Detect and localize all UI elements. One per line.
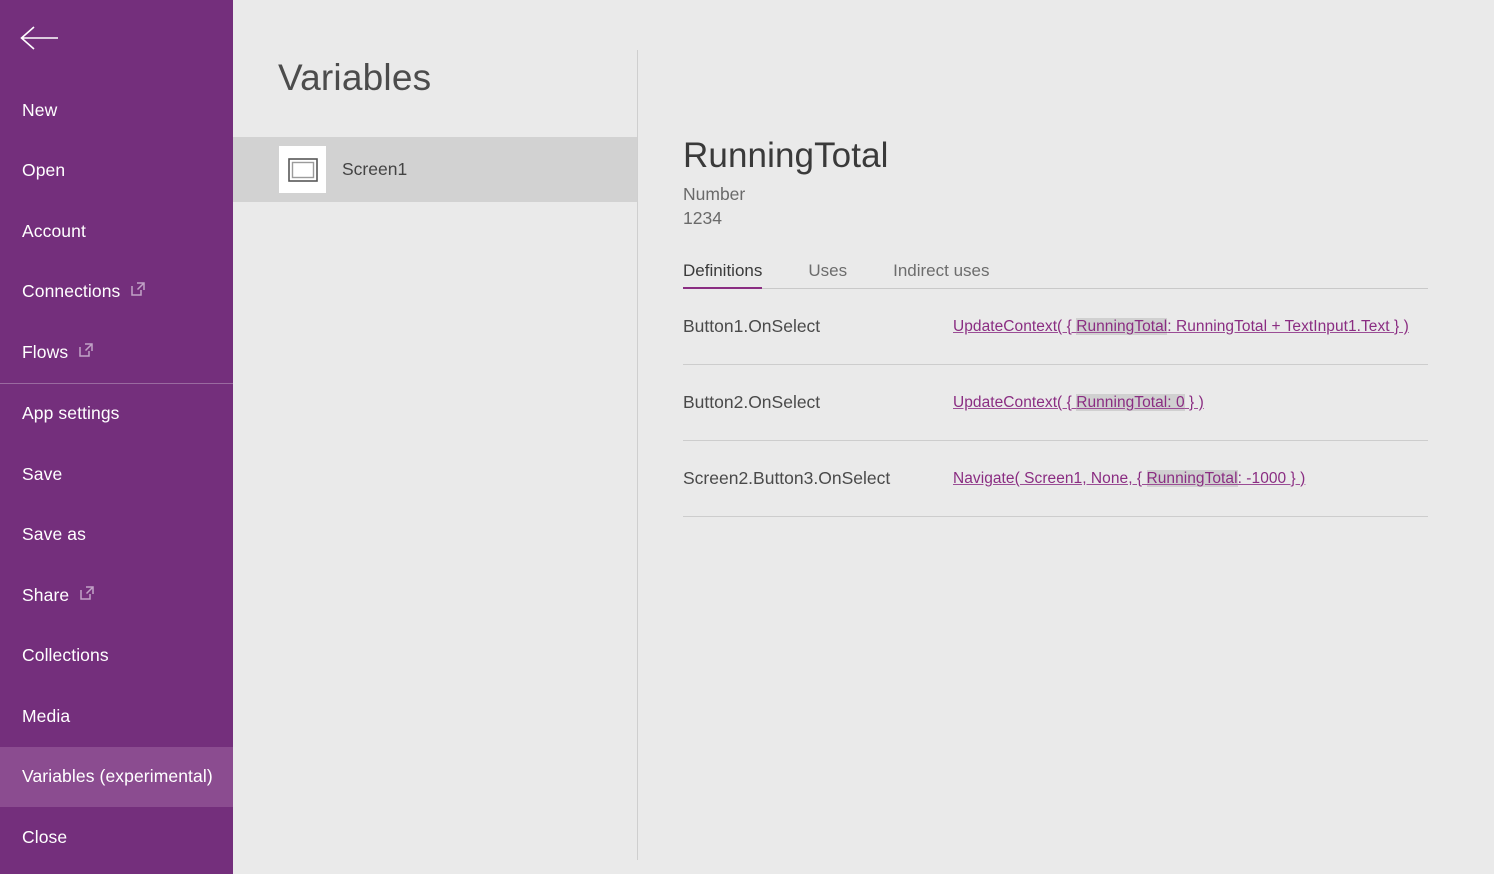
sidebar-item-label: Media [22,706,70,727]
sidebar-item-label: Share [22,585,69,606]
sidebar-item-label: Flows [22,342,68,363]
formula-highlight: RunningTotal [1076,318,1167,335]
formula-prefix: Navigate( Screen1, None, { [953,470,1147,487]
screen-list-item-label: Screen1 [342,159,407,180]
variable-name-heading: RunningTotal [683,0,1494,176]
sidebar-item-label: App settings [22,403,120,424]
variables-panel-title: Variables [233,0,638,99]
sidebar-item-label: Collections [22,645,109,666]
sidebar-item-label: Connections [22,281,120,302]
external-link-icon [79,341,93,362]
formula-suffix: : RunningTotal + TextInput1.Text } ) [1167,318,1408,335]
external-link-icon [131,280,145,301]
sidebar-item-save[interactable]: Save [0,444,233,505]
sidebar-item-connections[interactable]: Connections [0,262,233,323]
formula-highlight: RunningTotal: 0 [1076,394,1184,411]
back-button[interactable] [0,0,233,80]
detail-tabs: Definitions Uses Indirect uses [683,261,1428,289]
sidebar-item-share[interactable]: Share [0,565,233,626]
table-row: Button1.OnSelectUpdateContext( { Running… [683,289,1428,365]
sidebar-item-open[interactable]: Open [0,141,233,202]
definitions-table: Button1.OnSelectUpdateContext( { Running… [683,289,1428,517]
tab-uses[interactable]: Uses [808,261,847,288]
formula-suffix: } ) [1185,394,1204,411]
variable-detail-pane: RunningTotal Number 1234 Definitions Uses… [638,0,1494,874]
definition-property-label: Button1.OnSelect [683,316,953,337]
tab-indirect-uses[interactable]: Indirect uses [893,261,989,288]
sidebar-item-variables-experimental[interactable]: Variables (experimental) [0,747,233,808]
definition-formula-link[interactable]: UpdateContext( { RunningTotal: 0 } ) [953,394,1204,412]
variable-value-label: 1234 [683,208,1494,229]
sidebar-item-label: Account [22,221,86,242]
sidebar-item-flows[interactable]: Flows [0,322,233,383]
sidebar-item-app-settings[interactable]: App settings [0,384,233,445]
formula-prefix: UpdateContext( { [953,318,1076,335]
sidebar-item-new[interactable]: New [0,80,233,141]
sidebar-item-label: New [22,100,57,121]
external-link-icon [80,584,94,605]
screen-icon [279,146,326,193]
formula-highlight: RunningTotal [1147,470,1238,487]
back-arrow-icon [18,23,60,58]
sidebar-item-label: Save [22,464,62,485]
variables-panel: Variables Screen1 [233,0,638,874]
formula-suffix: : -1000 } ) [1238,470,1306,487]
sidebar-item-collections[interactable]: Collections [0,626,233,687]
sidebar-nav: New Open Account Connections Flows App settin… [0,80,233,868]
definition-formula-link[interactable]: Navigate( Screen1, None, { RunningTotal:… [953,470,1305,488]
tab-definitions[interactable]: Definitions [683,261,762,288]
sidebar-item-label: Open [22,160,65,181]
sidebar-item-save-as[interactable]: Save as [0,505,233,566]
definition-property-label: Button2.OnSelect [683,392,953,413]
variable-type-label: Number [683,184,1494,205]
sidebar-item-media[interactable]: Media [0,686,233,747]
screen-list-item-screen1[interactable]: Screen1 [233,137,638,202]
table-row: Button2.OnSelectUpdateContext( { Running… [683,365,1428,441]
app-root: New Open Account Connections Flows App settin… [0,0,1494,874]
table-row: Screen2.Button3.OnSelectNavigate( Screen… [683,441,1428,517]
sidebar-item-label: Close [22,827,67,848]
definition-property-label: Screen2.Button3.OnSelect [683,468,953,489]
sidebar: New Open Account Connections Flows App settin… [0,0,233,874]
sidebar-item-label: Save as [22,524,86,545]
definition-formula-link[interactable]: UpdateContext( { RunningTotal: RunningTo… [953,318,1409,336]
formula-prefix: UpdateContext( { [953,394,1076,411]
sidebar-item-account[interactable]: Account [0,201,233,262]
sidebar-item-close[interactable]: Close [0,807,233,868]
sidebar-item-label: Variables (experimental) [22,766,213,787]
